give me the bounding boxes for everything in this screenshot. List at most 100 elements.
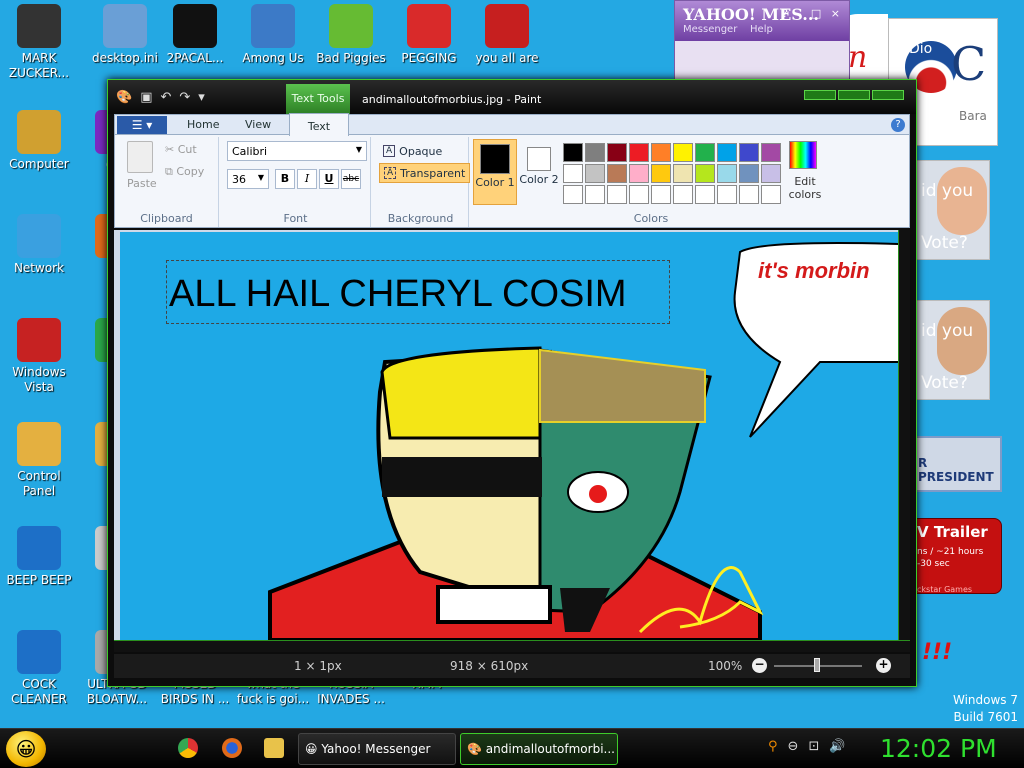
save-icon[interactable]: ▣ xyxy=(140,90,152,105)
palette-swatch[interactable] xyxy=(761,185,781,204)
palette-swatch[interactable] xyxy=(717,185,737,204)
palette-swatch[interactable] xyxy=(563,164,583,183)
customize-icon[interactable]: ▾ xyxy=(198,90,205,105)
italic-button[interactable]: I xyxy=(297,169,317,189)
undo-icon[interactable]: ↶ xyxy=(160,90,171,105)
palette-swatch[interactable] xyxy=(607,164,627,183)
volume-icon[interactable]: 🔊 xyxy=(829,739,845,754)
cut-button[interactable]: ✂ Cut xyxy=(165,143,197,156)
palette-swatch[interactable] xyxy=(629,164,649,183)
color1-selector[interactable]: Color 1 xyxy=(473,139,517,205)
bold-button[interactable]: B xyxy=(275,169,295,189)
taskbar-yahoo-messenger[interactable]: 😀 Yahoo! Messenger xyxy=(298,733,456,765)
strikethrough-button[interactable]: abc xyxy=(341,169,361,189)
start-button[interactable]: 😀 xyxy=(6,731,46,767)
palette-swatch[interactable] xyxy=(761,143,781,162)
palette-swatch[interactable] xyxy=(563,143,583,162)
underline-button[interactable]: U xyxy=(319,169,339,189)
edit-colors-button[interactable]: Edit colors xyxy=(783,175,827,201)
edit-colors-icon[interactable] xyxy=(789,141,817,169)
firefox-icon[interactable] xyxy=(222,738,242,758)
text-box[interactable]: ALL HAIL CHERYL COSIM xyxy=(166,260,670,324)
yahoo-menu-help[interactable]: Help xyxy=(750,24,773,35)
palette-swatch[interactable] xyxy=(607,185,627,204)
desktop-icon[interactable]: MARK ZUCKER... xyxy=(0,4,78,81)
paint-app-icon[interactable]: 🎨 xyxy=(116,90,132,105)
palette-swatch[interactable] xyxy=(739,143,759,162)
tab-home[interactable]: Home xyxy=(187,117,219,135)
desktop-icon[interactable]: 2PACAL... xyxy=(156,4,234,66)
palette-swatch[interactable] xyxy=(651,185,671,204)
desktop-icon[interactable]: Control Panel xyxy=(0,422,78,499)
palette-swatch[interactable] xyxy=(695,185,715,204)
copy-button[interactable]: ⧉ Copy xyxy=(165,165,204,179)
tab-text[interactable]: Text xyxy=(289,113,349,136)
terminal-icon xyxy=(173,4,217,48)
yahoo-window-controls[interactable]: ? - □ × xyxy=(782,7,843,20)
palette-swatch[interactable] xyxy=(717,143,737,162)
paint-titlebar[interactable]: 🎨 ▣ ↶ ↷ ▾ Text Tools andimalloutofmorbiu… xyxy=(108,80,916,114)
desktop-icon[interactable]: Windows Vista xyxy=(0,318,78,395)
folder-icon[interactable] xyxy=(264,738,284,758)
tab-view[interactable]: View xyxy=(245,117,271,135)
help-icon[interactable]: ? xyxy=(891,118,905,132)
paint-window[interactable]: 🎨 ▣ ↶ ↷ ▾ Text Tools andimalloutofmorbiu… xyxy=(107,79,917,687)
palette-swatch[interactable] xyxy=(585,164,605,183)
zoom-out-button[interactable]: − xyxy=(752,658,767,673)
desktop-icon[interactable]: BEEP BEEP xyxy=(0,526,78,588)
desktop-icon[interactable]: PEGGING xyxy=(390,4,468,66)
chrome-icon[interactable] xyxy=(178,738,198,758)
font-size-select[interactable]: 36 ▼ xyxy=(227,169,269,189)
font-family-select[interactable]: Calibri ▼ xyxy=(227,141,367,161)
opaque-option[interactable]: A Opaque xyxy=(379,141,446,161)
palette-swatch[interactable] xyxy=(717,164,737,183)
yahoo-menu-messenger[interactable]: Messenger xyxy=(683,24,737,35)
palette-swatch[interactable] xyxy=(761,164,781,183)
yahoo-titlebar[interactable]: YAHOO! MES... Messenger Help ? - □ × xyxy=(675,1,849,41)
desktop-icon[interactable]: desktop.ini xyxy=(86,4,164,66)
palette-swatch[interactable] xyxy=(629,143,649,162)
desktop-icon[interactable]: Computer xyxy=(0,110,78,172)
taskbar-paint[interactable]: 🎨 andimalloutofmorbi... xyxy=(460,733,618,765)
zoom-slider-handle[interactable] xyxy=(814,658,820,672)
close-button[interactable] xyxy=(872,90,904,100)
palette-swatch[interactable] xyxy=(651,143,671,162)
paint-menu-button[interactable]: ☰ ▾ xyxy=(117,116,167,134)
search-icon[interactable]: ⚲ xyxy=(768,739,778,754)
palette-swatch[interactable] xyxy=(585,143,605,162)
p-logo-icon xyxy=(407,4,451,48)
palette-swatch[interactable] xyxy=(673,185,693,204)
color2-selector[interactable]: Color 2 xyxy=(517,139,561,205)
palette-swatch[interactable] xyxy=(673,143,693,162)
desktop-icon[interactable]: you all are xyxy=(468,4,546,66)
desktop-icon[interactable]: Bad Piggies xyxy=(312,4,390,66)
vertical-scrollbar[interactable] xyxy=(898,230,910,640)
clinton-photo xyxy=(937,307,987,375)
minus-circle-icon[interactable]: ⊖ xyxy=(788,739,799,754)
paste-button[interactable]: Paste xyxy=(127,177,157,190)
redo-icon[interactable]: ↷ xyxy=(179,90,190,105)
palette-swatch[interactable] xyxy=(585,185,605,204)
transparent-option[interactable]: A Transparent xyxy=(379,163,471,183)
maximize-button[interactable] xyxy=(838,90,870,100)
horizontal-scrollbar[interactable] xyxy=(114,640,910,652)
palette-swatch[interactable] xyxy=(695,143,715,162)
palette-swatch[interactable] xyxy=(607,143,627,162)
zoom-in-button[interactable]: + xyxy=(876,658,891,673)
desktop-icon[interactable]: COCK CLEANER xyxy=(0,630,78,707)
canvas-area[interactable]: it's morbin ALL HAIL CHERYL COSIM xyxy=(114,230,910,640)
yahoo-messenger-window[interactable]: YAHOO! MES... Messenger Help ? - □ × xyxy=(674,0,850,84)
palette-swatch[interactable] xyxy=(629,185,649,204)
desktop-icon[interactable]: Network xyxy=(0,214,78,276)
palette-swatch[interactable] xyxy=(739,164,759,183)
palette-swatch[interactable] xyxy=(651,164,671,183)
palette-swatch[interactable] xyxy=(739,185,759,204)
palette-swatch[interactable] xyxy=(695,164,715,183)
minimize-button[interactable] xyxy=(804,90,836,100)
palette-swatch[interactable] xyxy=(673,164,693,183)
clock[interactable]: 12:02 PM xyxy=(880,734,997,763)
desktop-icon[interactable]: Among Us xyxy=(234,4,312,66)
network-tray-icon[interactable]: ⊡ xyxy=(808,739,819,754)
palette-swatch[interactable] xyxy=(563,185,583,204)
paste-icon[interactable] xyxy=(127,141,153,173)
